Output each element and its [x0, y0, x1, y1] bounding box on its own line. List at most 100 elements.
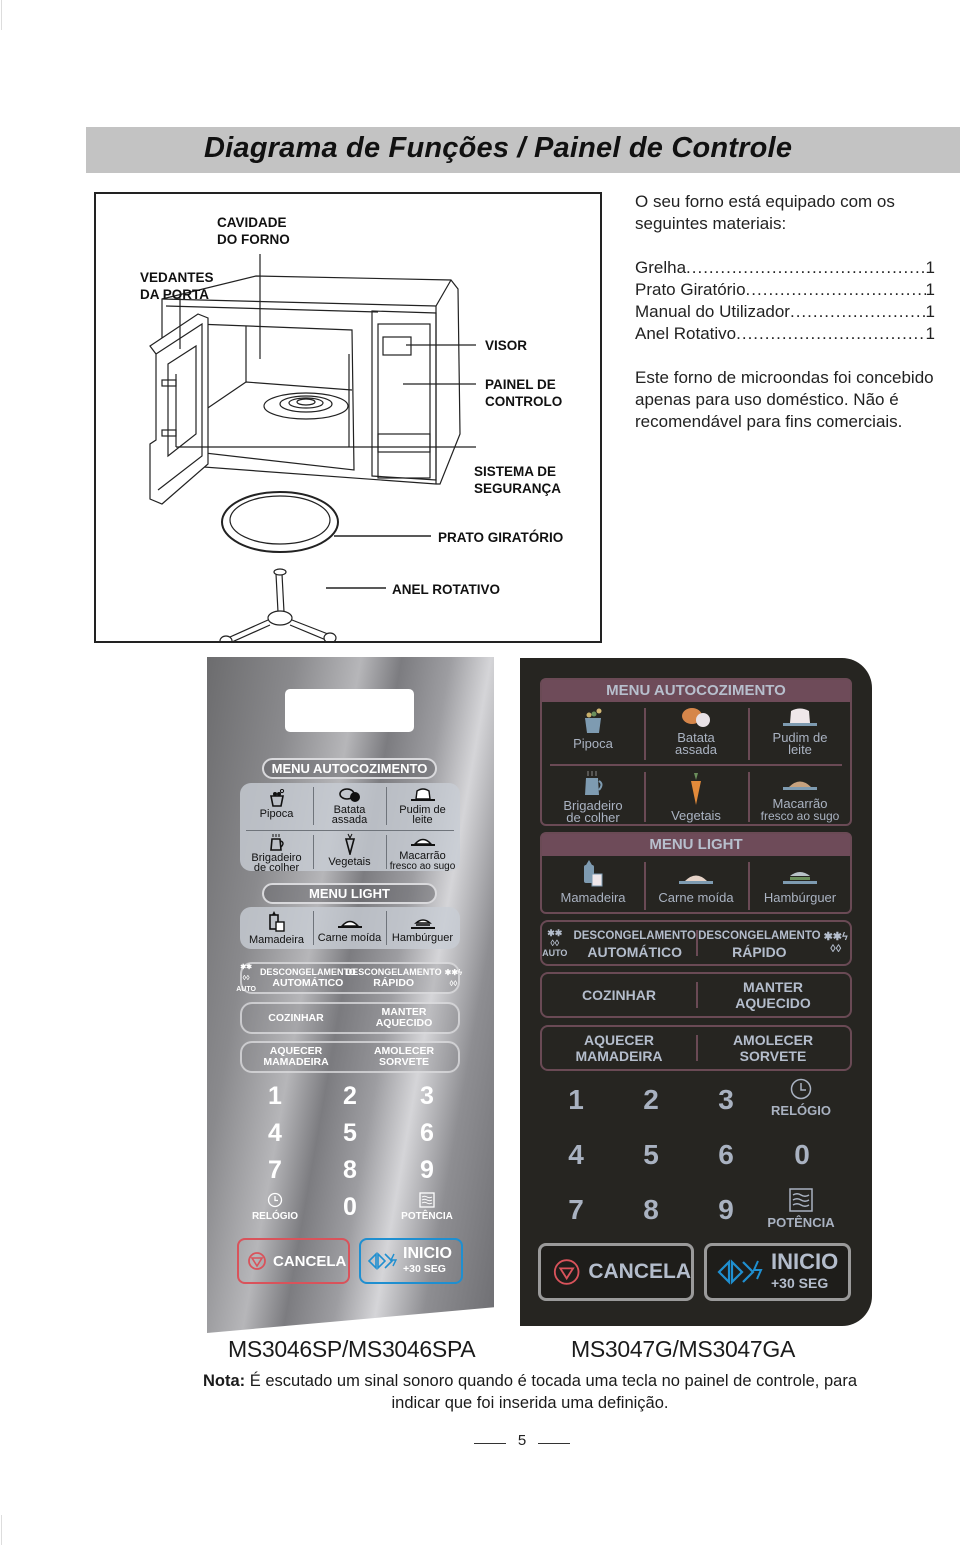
menu-auto-header: MENU AUTOCOZIMENTO	[262, 758, 437, 779]
key-clock[interactable]: RELÓGIO	[247, 1192, 303, 1222]
key-pudding[interactable]: Pudim de leite	[386, 787, 459, 826]
key-0[interactable]: 0	[335, 1193, 365, 1222]
dark-key-popcorn[interactable]: Pipoca	[543, 708, 643, 750]
label-safety-system: SISTEMA DE SEGURANÇA	[474, 464, 562, 496]
key-cook[interactable]: COZINHAR	[242, 1004, 350, 1032]
label-turntable: PRATO GIRATÓRIO	[438, 530, 564, 545]
model-silver-label: MS3046SP/MS3046SPA	[228, 1336, 476, 1362]
title-bar: Diagrama de Funções / Painel de Controle	[86, 127, 960, 173]
microwave-diagram: CAVIDADE DO FORNO VEDANTES DA PORTA VISO…	[94, 192, 602, 643]
dark-key-keep-warm[interactable]: MANTER AQUECIDO	[696, 974, 850, 1016]
dark-cancel-button[interactable]: CANCELA	[538, 1243, 694, 1301]
display-window	[285, 689, 414, 732]
key-ground-meat[interactable]: Carne moída	[313, 917, 386, 944]
clock-icon	[267, 1192, 283, 1208]
bottle-icon	[584, 860, 603, 887]
key-5[interactable]: 5	[335, 1119, 365, 1148]
bottle-icon	[268, 911, 285, 932]
defrost-auto-icon: ✱✱ ◊◊ AUTO	[236, 963, 256, 993]
dark-key-defrost-auto[interactable]: ✱✱ ◊◊ AUTO DESCONGELAMENTO AUTOMÁTICO	[542, 922, 696, 964]
key-4[interactable]: 4	[260, 1119, 290, 1148]
key-vegetables[interactable]: Vegetais	[313, 833, 386, 868]
dark-key-baked-potato[interactable]: Batata assada	[646, 706, 746, 756]
potato-icon	[682, 708, 710, 727]
materials-item: Prato Giratório1	[635, 279, 935, 301]
popcorn-icon	[269, 789, 284, 807]
silver-start-button[interactable]: INICIO +30 SEG	[359, 1238, 463, 1284]
cancel-icon	[248, 1252, 266, 1270]
key-warm-bottle[interactable]: AQUECER MAMADEIRA	[242, 1043, 350, 1071]
jug-icon	[269, 834, 284, 851]
materials-section: O seu forno está equipado com os seguint…	[635, 191, 935, 455]
start-icon	[717, 1259, 763, 1285]
dark-key-pasta[interactable]: Macarrão fresco ao sugo	[750, 774, 850, 822]
key-8[interactable]: 8	[335, 1156, 365, 1185]
dark-key-7[interactable]: 7	[561, 1194, 591, 1226]
dark-key-warm-bottle[interactable]: AQUECER MAMADEIRA	[542, 1027, 696, 1069]
silver-warm-row: AQUECER MAMADEIRA AMOLECER SORVETE	[240, 1041, 460, 1073]
key-2[interactable]: 2	[335, 1082, 365, 1111]
materials-item: Grelha1	[635, 257, 935, 279]
dark-key-vegetables[interactable]: Vegetais	[646, 772, 746, 822]
label-door-seals: VEDANTES DA PORTA	[140, 270, 214, 302]
dark-key-1[interactable]: 1	[561, 1084, 591, 1116]
key-9[interactable]: 9	[412, 1156, 442, 1185]
dark-key-2[interactable]: 2	[636, 1084, 666, 1116]
key-popcorn[interactable]: Pipoca	[240, 789, 313, 820]
dark-menu-light: MENU LIGHT Mamadeira Carne moída Hambúrg…	[540, 832, 852, 914]
dark-menu-light-header: MENU LIGHT	[542, 834, 850, 856]
dark-key-pudding[interactable]: Pudim de leite	[750, 706, 850, 756]
key-6[interactable]: 6	[412, 1119, 442, 1148]
defrost-fast-icon: ✱✱ϟ ◊◊	[823, 931, 848, 955]
key-soften-icecream[interactable]: AMOLECER SORVETE	[350, 1043, 458, 1071]
key-brigadeiro[interactable]: Brigadeiro de colher	[240, 833, 313, 874]
dark-cook-row: COZINHAR MANTER AQUECIDO	[540, 972, 852, 1018]
key-baby-bottle[interactable]: Mamadeira	[240, 911, 313, 946]
key-3[interactable]: 3	[412, 1082, 442, 1111]
cancel-icon	[553, 1259, 580, 1285]
potato-icon	[338, 788, 360, 802]
model-dark-label: MS3047G/MS3047GA	[571, 1336, 796, 1362]
power-waves-icon	[419, 1192, 435, 1208]
hamburger-icon	[410, 919, 435, 929]
key-power[interactable]: POTÊNCIA	[397, 1192, 457, 1222]
silver-cancel-button[interactable]: CANCELA	[237, 1238, 350, 1284]
dark-key-4[interactable]: 4	[561, 1139, 591, 1171]
dark-key-defrost-fast[interactable]: DESCONGELAMENTO RÁPIDO ✱✱ϟ ◊◊	[696, 922, 850, 964]
dark-key-ground-meat[interactable]: Carne moída	[646, 868, 746, 904]
menu-light-grid: Mamadeira Carne moída Hambúrguer	[240, 907, 460, 949]
dark-warm-row: AQUECER MAMADEIRA AMOLECER SORVETE	[540, 1025, 852, 1071]
key-defrost-fast[interactable]: DESCONGELAMENTO RÁPIDO ✱✱ϟ ◊◊	[346, 964, 462, 992]
key-baked-potato[interactable]: Batata assada	[313, 787, 386, 826]
dark-key-5[interactable]: 5	[636, 1139, 666, 1171]
dark-menu-auto-header: MENU AUTOCOZIMENTO	[542, 680, 850, 702]
key-hamburger[interactable]: Hambúrguer	[386, 917, 459, 944]
dark-key-8[interactable]: 8	[636, 1194, 666, 1226]
dark-key-soften-icecream[interactable]: AMOLECER SORVETE	[696, 1027, 850, 1069]
dark-start-button[interactable]: INICIO +30 SEG	[704, 1243, 851, 1301]
dark-key-power[interactable]: POTÊNCIA	[764, 1188, 838, 1230]
dark-key-6[interactable]: 6	[711, 1139, 741, 1171]
dark-key-9[interactable]: 9	[711, 1194, 741, 1226]
dark-key-baby-bottle[interactable]: Mamadeira	[543, 860, 643, 904]
menu-light-header: MENU LIGHT	[262, 883, 437, 904]
dark-key-3[interactable]: 3	[711, 1084, 741, 1116]
carrot-icon	[691, 773, 701, 805]
key-defrost-auto[interactable]: ✱✱ ◊◊ AUTO DESCONGELAMENTO AUTOMÁTICO	[236, 964, 356, 993]
start-icon	[367, 1252, 398, 1270]
dark-key-cook[interactable]: COZINHAR	[542, 974, 696, 1016]
control-panel-dark: MENU AUTOCOZIMENTO Pipoca Batata assada P…	[520, 658, 872, 1326]
key-keep-warm[interactable]: MANTER AQUECIDO	[350, 1004, 458, 1032]
dark-key-clock[interactable]: RELÓGIO	[766, 1078, 836, 1118]
dark-key-hamburger[interactable]: Hambúrguer	[750, 868, 850, 904]
key-1[interactable]: 1	[260, 1082, 290, 1111]
key-pasta[interactable]: Macarrão fresco ao sugo	[386, 833, 459, 872]
materials-intro: O seu forno está equipado com os seguint…	[635, 192, 895, 233]
materials-disclaimer: Este forno de microondas foi concebido a…	[635, 368, 934, 431]
key-7[interactable]: 7	[260, 1156, 290, 1185]
dark-key-brigadeiro[interactable]: Brigadeiro de colher	[543, 770, 643, 824]
dark-key-0[interactable]: 0	[787, 1139, 817, 1171]
pasta-dish-icon	[410, 838, 435, 846]
meat-dish-icon	[679, 875, 713, 884]
materials-list: Grelha1 Prato Giratório1 Manual do Utili…	[635, 257, 935, 345]
